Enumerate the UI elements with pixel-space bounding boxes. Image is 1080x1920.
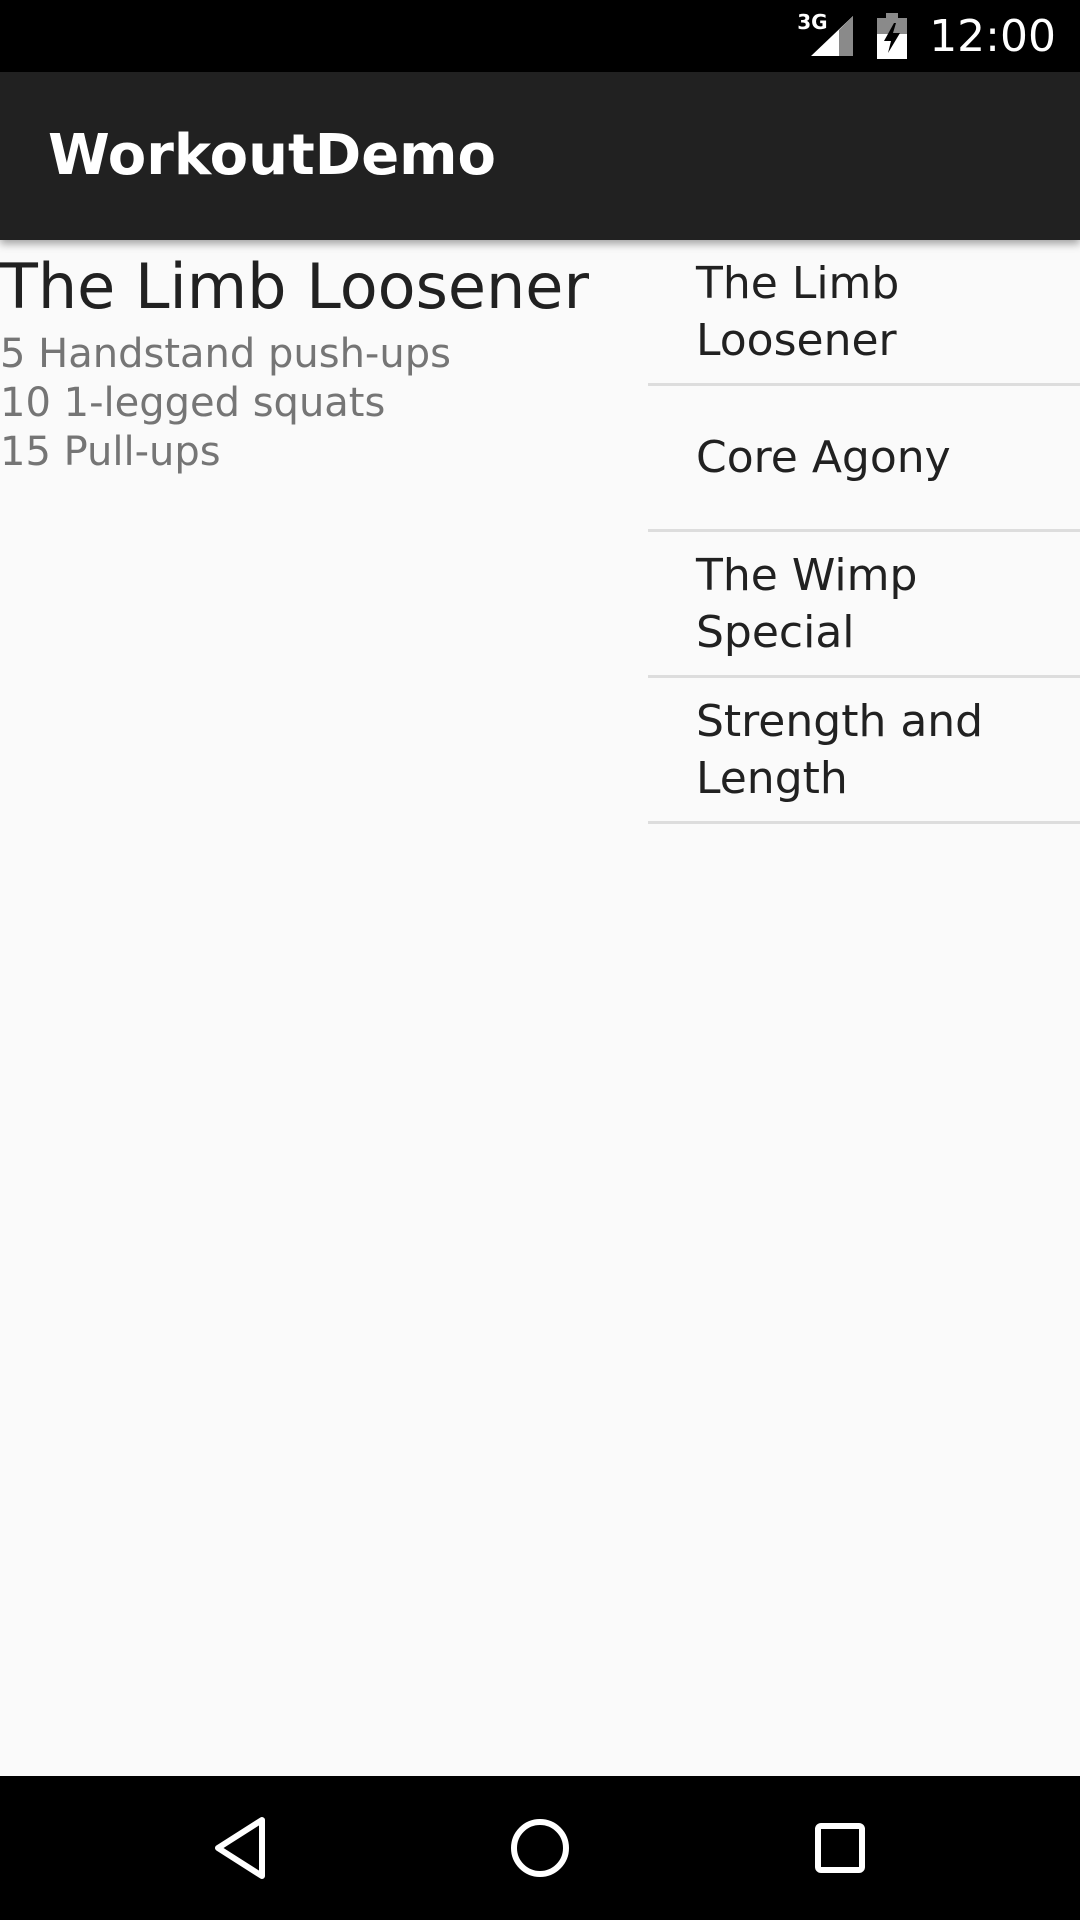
- workout-detail-title: The Limb Loosener: [0, 250, 589, 323]
- workout-list-item-label: Core Agony: [696, 432, 951, 483]
- status-bar: 3G 12:00: [0, 0, 1080, 72]
- workout-list-item-label: The Wimp Special: [696, 549, 918, 658]
- app-bar: WorkoutDemo: [0, 72, 1080, 240]
- app-title: WorkoutDemo: [48, 123, 496, 188]
- workout-detail-description: 5 Handstand push-ups 10 1-legged squats …: [0, 331, 451, 475]
- workout-list-item-label: The Limb Loosener: [696, 257, 900, 366]
- main-content: The Limb Loosener 5 Handstand push-ups 1…: [0, 240, 1080, 1776]
- screen: 3G 12:00 WorkoutDemo The Limb Loosener 5…: [0, 0, 1080, 1920]
- signal-icon: 3G: [797, 12, 855, 60]
- workout-list-item-label: Strength and Length: [696, 695, 984, 804]
- back-icon[interactable]: [204, 1812, 276, 1884]
- recents-icon[interactable]: [804, 1812, 876, 1884]
- workout-list-item[interactable]: Strength and Length: [648, 678, 1080, 824]
- status-icons: 3G 12:00: [797, 0, 1056, 72]
- workout-list-item[interactable]: The Wimp Special: [648, 532, 1080, 678]
- workout-list-item[interactable]: Core Agony: [648, 386, 1080, 532]
- clock: 12:00: [929, 10, 1056, 62]
- workout-list-item[interactable]: The Limb Loosener: [648, 240, 1080, 386]
- navigation-bar: [0, 1776, 1080, 1920]
- battery-charging-icon: [877, 13, 908, 59]
- home-icon[interactable]: [504, 1812, 576, 1884]
- workout-detail: The Limb Loosener 5 Handstand push-ups 1…: [0, 240, 640, 477]
- workout-list: The Limb Loosener Core Agony The Wimp Sp…: [648, 240, 1080, 824]
